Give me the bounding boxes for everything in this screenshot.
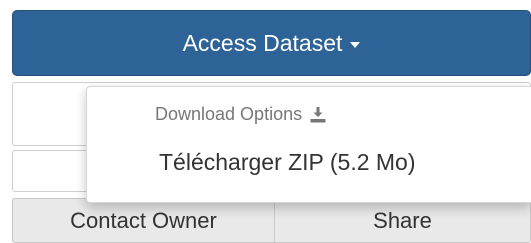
- share-label: Share: [373, 207, 432, 233]
- share-button[interactable]: Share: [275, 198, 531, 243]
- contact-owner-button[interactable]: Contact Owner: [12, 198, 275, 243]
- bottom-button-row: Contact Owner Share: [12, 198, 531, 243]
- caret-down-icon: [350, 42, 361, 48]
- download-options-dropdown: Download Options Télécharger ZIP (5.2 Mo…: [86, 86, 531, 203]
- download-icon: [310, 106, 326, 122]
- contact-owner-label: Contact Owner: [70, 207, 217, 233]
- dataset-actions-panel: Access Dataset Contact Owner Share Downl…: [0, 0, 531, 243]
- dropdown-header-label: Download Options: [155, 104, 303, 124]
- download-zip-item[interactable]: Télécharger ZIP (5.2 Mo): [159, 149, 416, 176]
- dropdown-header: Download Options: [155, 104, 327, 125]
- access-dataset-button[interactable]: Access Dataset: [12, 10, 531, 76]
- access-dataset-label: Access Dataset: [182, 29, 343, 56]
